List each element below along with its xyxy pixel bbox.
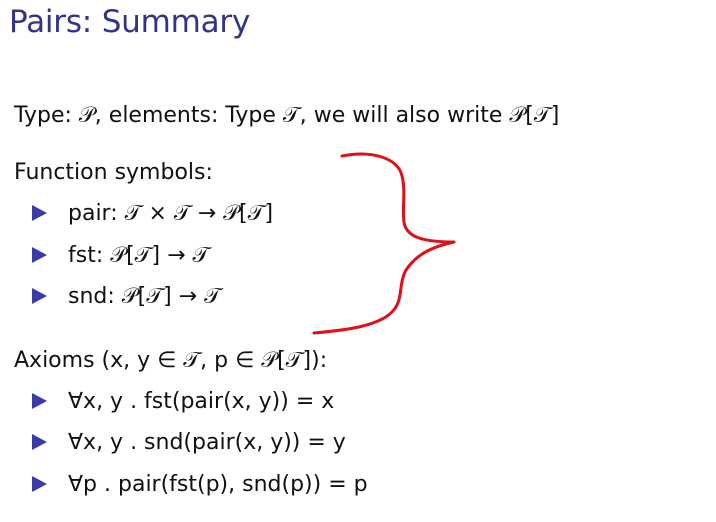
triangle-bullet-icon xyxy=(32,205,47,221)
axiom-snd: ∀x, y . snd(pair(x, y)) = y xyxy=(68,430,346,455)
function-symbols-heading: Function symbols: xyxy=(14,160,213,185)
triangle-bullet-icon xyxy=(32,434,47,450)
triangle-bullet-icon xyxy=(32,476,47,492)
function-symbol-snd: snd: 𝒫[𝒯] → 𝒯 xyxy=(68,284,221,309)
type-line: Type: 𝒫, elements: Type 𝒯, we will also … xyxy=(14,103,560,128)
triangle-bullet-icon xyxy=(32,247,47,263)
axioms-heading: Axioms (x, y ∈ 𝒯, p ∈ 𝒫[𝒯]): xyxy=(14,348,328,373)
slide: Pairs: Summary Type: 𝒫, elements: Type 𝒯… xyxy=(0,0,716,522)
function-symbol-pair: pair: 𝒯 × 𝒯 → 𝒫[𝒯] xyxy=(68,201,274,226)
slide-title: Pairs: Summary xyxy=(9,4,251,40)
triangle-bullet-icon xyxy=(32,393,47,409)
triangle-bullet-icon xyxy=(32,288,47,304)
function-symbol-fst: fst: 𝒫[𝒯] → 𝒯 xyxy=(68,243,210,268)
curly-brace-stroke xyxy=(312,152,456,335)
axiom-fst: ∀x, y . fst(pair(x, y)) = x xyxy=(68,389,335,414)
axiom-pair: ∀p . pair(fst(p), snd(p)) = p xyxy=(68,472,368,497)
